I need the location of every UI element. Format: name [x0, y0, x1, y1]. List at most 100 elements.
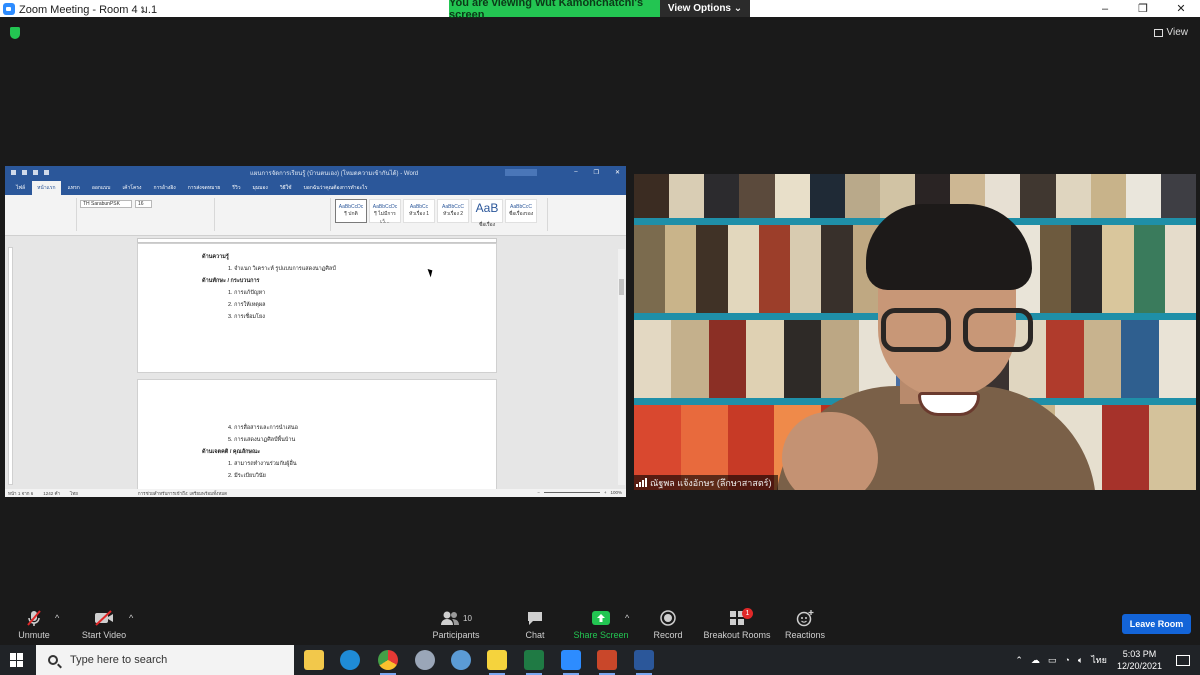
word-tab-help[interactable]: วิธีใช้: [275, 181, 297, 195]
shared-screen-word-window[interactable]: แผนการจัดการเรียนรู้ (บ้านตนเอง) (โหมดคว…: [5, 166, 626, 497]
notifications-icon[interactable]: [1176, 654, 1190, 666]
word-tab-insert[interactable]: แทรก: [63, 181, 85, 195]
unmute-button[interactable]: Unmute: [14, 609, 54, 640]
document-scrollbar[interactable]: [618, 249, 625, 485]
chrome-icon[interactable]: [378, 650, 398, 675]
undo-icon[interactable]: [22, 170, 27, 175]
taskbar-clock[interactable]: 5:03 PM 12/20/2021: [1117, 648, 1162, 672]
input-language[interactable]: ไทย: [1091, 653, 1107, 667]
security-shield-icon[interactable]: [10, 27, 20, 39]
word-tab-view[interactable]: มุมมอง: [248, 181, 273, 195]
minimize-button[interactable]: –: [1086, 0, 1124, 17]
participant-hand: [782, 412, 878, 490]
style-heading-2[interactable]: AaBbCcC หัวเรื่อง 2: [437, 199, 469, 223]
zoom-slider[interactable]: [543, 492, 600, 493]
word-sign-in-button[interactable]: [505, 169, 537, 176]
share-screen-icon: [592, 611, 610, 625]
zoom-control[interactable]: − + 100%: [537, 490, 622, 495]
status-word-count[interactable]: 1242 คำ: [43, 490, 60, 497]
clock-time: 5:03 PM: [1122, 649, 1157, 659]
close-button[interactable]: ✕: [1162, 0, 1200, 17]
word-document-title: แผนการจัดการเรียนรู้ (บ้านตนเอง) (โหมดคว…: [250, 170, 419, 177]
word-tab-design[interactable]: ออกแบบ: [87, 181, 116, 195]
clipboard-group[interactable]: [9, 198, 77, 231]
start-video-button[interactable]: Start Video: [78, 609, 130, 640]
redo-icon[interactable]: [33, 170, 38, 175]
status-accessibility[interactable]: การช่วยสำหรับการเข้าถึง: เตรียมพร้อมทั้ง…: [138, 490, 227, 497]
word-tab-layout[interactable]: เค้าโครง: [117, 181, 146, 195]
zoom-level[interactable]: 100%: [610, 490, 622, 495]
edge-icon[interactable]: [340, 650, 360, 670]
show-hidden-icons[interactable]: ⌃: [1015, 655, 1023, 666]
word-tell-me[interactable]: บอกฉันว่าคุณต้องการทำอะไร: [299, 181, 373, 195]
app-5-icon[interactable]: [451, 650, 471, 670]
file-explorer-icon[interactable]: [304, 650, 324, 670]
record-icon: [660, 610, 676, 626]
word-close-icon[interactable]: ✕: [615, 169, 620, 176]
view-button-label: View: [1166, 27, 1189, 38]
share-screen-button[interactable]: Share Screen: [572, 609, 630, 640]
new-doc-icon[interactable]: [44, 170, 49, 175]
volume-icon[interactable]: 🔈︎: [1078, 655, 1083, 666]
taskbar-search-box[interactable]: Type here to search: [36, 645, 294, 675]
network-icon[interactable]: ▭: [1048, 655, 1057, 666]
status-page-count[interactable]: หน้า 1 จาก 6: [8, 490, 33, 497]
wifi-icon[interactable]: ◔: [1064, 655, 1069, 665]
style-heading-1[interactable]: AaBbCc หัวเรื่อง 1: [403, 199, 435, 223]
style-normal[interactable]: AaBbCcDc ¶ ปกติ: [335, 199, 367, 223]
app-4-icon[interactable]: [415, 650, 435, 670]
audio-options-caret[interactable]: ^: [55, 613, 59, 623]
video-options-caret[interactable]: ^: [129, 613, 133, 623]
word-tab-review[interactable]: รีวิว: [227, 181, 245, 195]
doc-line: 4. การสื่อสารและการนำเสนอ: [228, 425, 298, 431]
word-tab-file[interactable]: ไฟล์: [11, 181, 30, 195]
meeting-toolbar: Unmute ^ Start Video ^ 10 Participants C…: [0, 603, 1200, 645]
word-restore-icon[interactable]: ❐: [594, 169, 599, 176]
word-minimize-icon[interactable]: –: [574, 169, 577, 176]
word-tab-references[interactable]: การอ้างอิง: [148, 181, 180, 195]
leave-room-button[interactable]: Leave Room: [1122, 614, 1191, 634]
word-icon[interactable]: [634, 650, 654, 675]
reactions-button[interactable]: Reactions: [784, 609, 826, 640]
status-language[interactable]: ไทย: [70, 490, 78, 497]
editing-group[interactable]: [547, 198, 622, 231]
doc-line: 3. การเชื่อมโยง: [228, 314, 265, 320]
document-page-1[interactable]: ด้านความรู้ 1. จำแนก วิเคราะห์ รูปแบบการ…: [137, 243, 497, 373]
save-icon[interactable]: [11, 170, 16, 175]
style-subtitle[interactable]: AaBbCcC ชื่อเรื่องรอง: [505, 199, 537, 223]
record-button[interactable]: Record: [650, 609, 686, 640]
style-no-spacing[interactable]: AaBbCcDc ¶ ไม่มีการเว้…: [369, 199, 401, 225]
word-tab-home[interactable]: หน้าแรก: [32, 181, 61, 195]
maximize-button[interactable]: ❐: [1124, 0, 1162, 17]
word-tab-mailings[interactable]: การส่งจดหมาย: [183, 181, 226, 195]
participant-mouth: [918, 392, 980, 416]
breakout-rooms-button[interactable]: 1 Breakout Rooms: [703, 608, 771, 640]
document-canvas[interactable]: ด้านความรู้ 1. จำแนก วิเคราะห์ รูปแบบการ…: [5, 243, 626, 491]
viewing-screen-text: You are viewing Wut Kamonchatchi's scree…: [449, 0, 660, 21]
doc-line: 5. การแสดงนาฏศิลป์พื้นบ้าน: [228, 437, 296, 443]
chat-button[interactable]: Chat: [516, 609, 554, 640]
document-page-2[interactable]: 4. การสื่อสารและการนำเสนอ 5. การแสดงนาฏศ…: [137, 379, 497, 491]
word-ribbon: TH SarabunPSK 16 AaBbCcDc ¶ ปกติ AaBbCcDc…: [5, 195, 626, 236]
scrollbar-thumb[interactable]: [619, 279, 624, 295]
record-label: Record: [653, 630, 683, 640]
view-options-button[interactable]: View Options ⌄: [660, 0, 750, 17]
participant-video[interactable]: ณัฐพล แจ้งอักษร (ลึกษาสาสตร์): [634, 174, 1196, 490]
signal-strength-icon: [636, 477, 647, 487]
doc-line: 1. การแก้ปัญหา: [228, 290, 266, 296]
style-title[interactable]: AaB ชื่อเรื่อง: [471, 199, 503, 228]
cloud-icon[interactable]: ☁: [1031, 655, 1040, 666]
participant-glasses: [881, 308, 1041, 356]
participant-name-label: ณัฐพล แจ้งอักษร (ลึกษาสาสตร์): [634, 475, 778, 490]
zoom-icon[interactable]: [561, 650, 581, 675]
excel-icon[interactable]: [524, 650, 544, 675]
participants-button[interactable]: 10 Participants: [430, 609, 482, 640]
sticky-notes-icon[interactable]: [487, 650, 507, 675]
vertical-ruler: [8, 247, 13, 485]
windows-start-icon[interactable]: [10, 653, 24, 667]
share-options-caret[interactable]: ^: [625, 613, 629, 623]
participant-name: ณัฐพล แจ้งอักษร (ลึกษาสาสตร์): [650, 477, 772, 488]
powerpoint-icon[interactable]: [597, 650, 617, 675]
zoom-app-icon: [3, 2, 15, 15]
view-button[interactable]: View: [1153, 27, 1189, 38]
